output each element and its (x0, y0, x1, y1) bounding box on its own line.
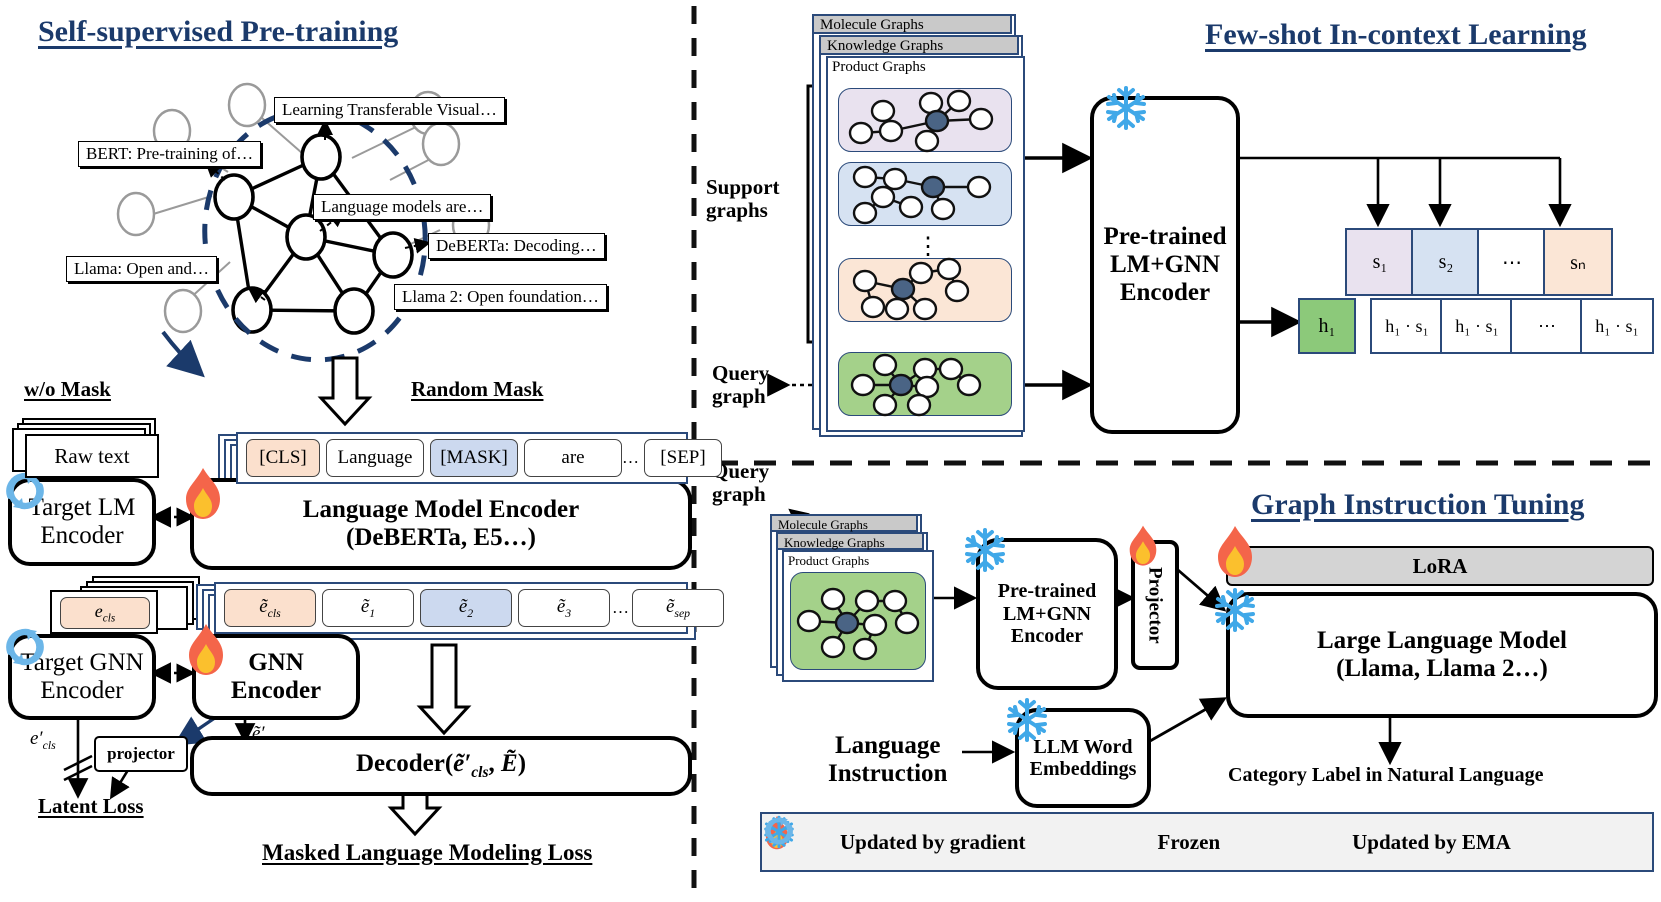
instr-dataset-label-molecule: Molecule Graphs (770, 514, 918, 532)
dataset-stack-label-molecule: Molecule Graphs (812, 14, 1012, 34)
support-graph-card-n (838, 257, 1012, 322)
query-graph-label-fewshot: Query graph (712, 361, 770, 409)
lm-encoder-line-1: Language Model Encoder (302, 496, 580, 523)
legend-item-gradient: Updated by gradient (765, 816, 1026, 861)
instr-dataset-label-product: Product Graphs (788, 553, 870, 568)
token-sep: [SEP] (644, 439, 722, 477)
legend-label-frozen: Frozen (1157, 829, 1221, 854)
score-cell-n: sₙ (1543, 228, 1613, 296)
projector-label: Projector (1144, 566, 1166, 644)
ecls-stack-1: ecls (50, 590, 158, 634)
ema-cycle-icon-legend (765, 817, 1338, 859)
score-cell-1: s₁ (1345, 228, 1415, 296)
target-embedding-token: ecls (60, 597, 150, 629)
token-cls: [CLS] (246, 439, 320, 477)
llm-line-2: (Llama, Llama 2…) (1336, 655, 1548, 682)
token-are: are (524, 439, 622, 477)
query-graph-card-instruction (790, 572, 926, 670)
token-sequence-row: [CLS] Language [MASK] are … [SEP] (236, 432, 722, 484)
embedding-2: ẽ2 (420, 589, 512, 627)
legend-panel: Updated by gradient Frozen Updated by EM… (760, 812, 1654, 872)
product-cell-2: h₁ · s₁ (1440, 298, 1514, 354)
legend-item-ema: Updated by EMA (765, 817, 1511, 859)
embedding-3: ẽ3 (518, 589, 610, 627)
flame-icon-projector (1125, 524, 1161, 568)
dataset-stack-label-product: Product Graphs (832, 59, 926, 75)
latent-loss-label: Latent Loss (38, 794, 144, 818)
embedding-sep: ẽsep (632, 589, 724, 627)
embedding-sequence-row: ẽcls ẽ1 ẽ2 ẽ3 … ẽsep (214, 582, 724, 634)
query-embedding-cell: h₁ (1298, 298, 1356, 354)
paper-box-deberta: DeBERTa: Decoding… (428, 233, 605, 259)
section-title-pretraining: Self-supervised Pre-training (38, 15, 399, 48)
language-instruction-label: Language Instruction (828, 732, 948, 787)
flame-icon-lora (1212, 524, 1258, 580)
e-cls-prime-label: e′cls (30, 728, 56, 752)
snowflake-icon-fewshot (1103, 84, 1149, 132)
pretrained-encoder-box-fewshot: Pre-trained LM+GNN Encoder (1090, 96, 1240, 434)
snowflake-icon-legend (764, 815, 1144, 860)
legend-label-gradient: Updated by gradient (840, 829, 1026, 854)
instr-dataset-label-knowledge: Knowledge Graphs (776, 532, 924, 550)
ema-cycle-icon-gnn (2, 624, 48, 670)
token-ellipsis: … (622, 448, 639, 467)
flame-icon-legend (765, 816, 826, 861)
legend-label-ema: Updated by EMA (1352, 829, 1511, 854)
product-cell-1: h₁ · s₁ (1370, 298, 1444, 354)
llm-line-1: Large Language Model (1317, 627, 1567, 654)
snowflake-icon-llm (1212, 586, 1258, 634)
snowflake-icon-word-embeddings (1004, 696, 1050, 744)
embedding-1: ẽ1 (322, 589, 414, 627)
lm-encoder-line-2: (DeBERTa, E5…) (346, 524, 536, 551)
support-graphs-label: Support graphs (706, 175, 780, 223)
paper-box-llama: Llama: Open and… (66, 256, 218, 282)
embedding-cls: ẽcls (224, 589, 316, 627)
score-cell-ellipsis: ⋯ (1477, 228, 1547, 296)
flame-icon (180, 466, 226, 522)
snowflake-icon-instruction-encoder (962, 526, 1008, 574)
flame-icon-gnn (183, 622, 229, 678)
large-language-model-box: Large Language Model (Llama, Llama 2…) (1226, 592, 1658, 718)
raw-text-box: Raw text (25, 434, 159, 478)
wo-mask-label: w/o Mask (24, 377, 111, 401)
random-mask-label: Random Mask (411, 377, 544, 401)
lora-box: LoRA (1226, 546, 1654, 586)
projector-box: projector (94, 736, 188, 772)
decoder-box: Decoder(ẽ′cls, Ẽ) (190, 736, 692, 796)
support-graph-card-2 (838, 162, 1012, 226)
section-title-fewshot: Few-shot In-context Learning (1205, 18, 1587, 51)
language-model-encoder-box: Language Model Encoder (DeBERTa, E5…) (190, 478, 692, 570)
query-graph-card-fewshot (838, 352, 1012, 417)
support-graphs-vertical-ellipsis: ⋮ (916, 234, 940, 260)
legend-item-frozen: Frozen (764, 815, 1221, 860)
paper-box-bert: BERT: Pre-training of… (78, 141, 262, 167)
paper-box-gpt: Language models are… (313, 194, 492, 220)
product-cell-n: h₁ · s₁ (1580, 298, 1654, 354)
support-graph-card-1 (838, 88, 1012, 153)
dataset-stack-label-knowledge: Knowledge Graphs (819, 35, 1019, 55)
embedding-ellipsis: … (612, 598, 629, 617)
mlm-loss-label: Masked Language Modeling Loss (262, 840, 593, 865)
paper-box-clip: Learning Transferable Visual… (274, 97, 505, 123)
token-mask: [MASK] (430, 439, 518, 477)
output-category-label: Category Label in Natural Language (1228, 764, 1544, 786)
product-cell-ellipsis: ⋯ (1510, 298, 1584, 354)
token-language: Language (326, 439, 424, 477)
paper-box-llama2: Llama 2: Open foundation… (394, 284, 607, 310)
score-cell-2: s₂ (1411, 228, 1481, 296)
section-title-instruction: Graph Instruction Tuning (1251, 488, 1585, 521)
